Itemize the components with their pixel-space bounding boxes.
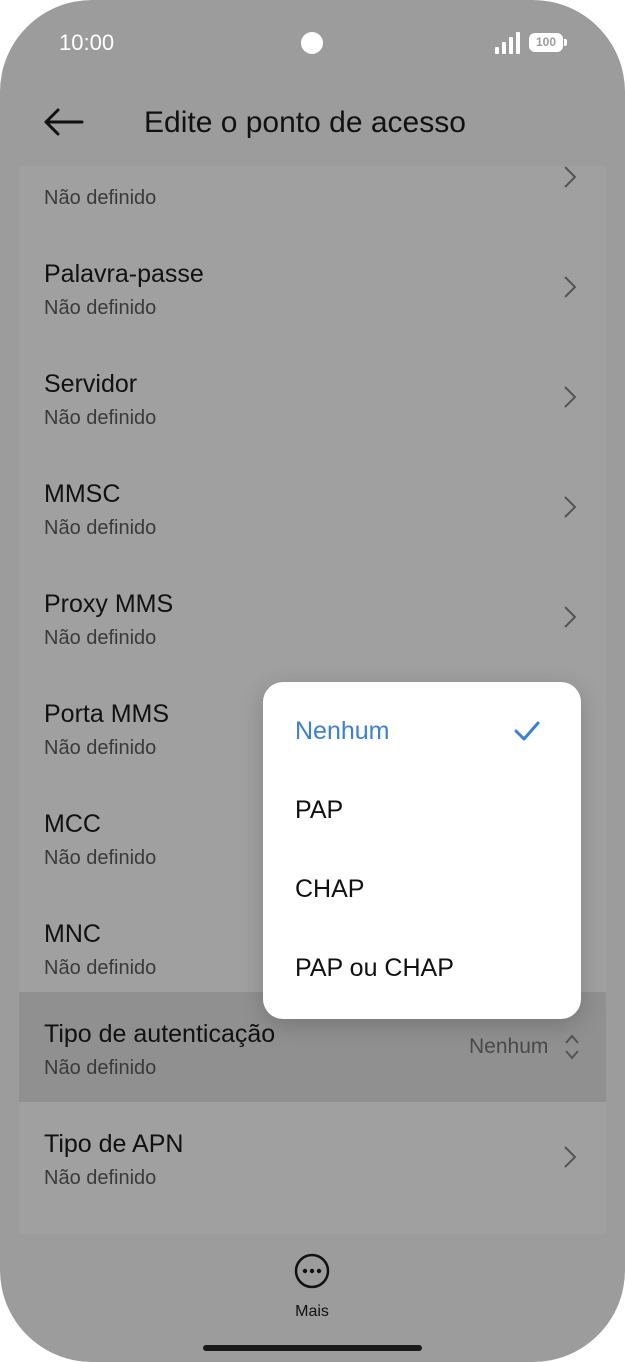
setting-label: Proxy MMS xyxy=(44,590,174,618)
setting-value: Não definido xyxy=(44,737,157,759)
setting-label: MMSC xyxy=(44,480,121,508)
status-bar: 10:00 100 xyxy=(0,0,625,88)
more-icon xyxy=(294,1253,330,1289)
checkmark-icon xyxy=(514,721,540,741)
chevron-right-icon xyxy=(564,1146,577,1168)
option-none[interactable]: Nenhum xyxy=(263,693,581,772)
setting-value: Não definido xyxy=(44,1167,157,1189)
setting-value: Não definido xyxy=(44,407,157,429)
setting-label: Servidor xyxy=(44,370,138,398)
battery-icon: 100 xyxy=(529,33,567,52)
option-pap[interactable]: PAP xyxy=(263,772,581,851)
option-label: PAP xyxy=(295,796,344,824)
option-label: PAP ou CHAP xyxy=(295,954,454,982)
chevron-right-icon xyxy=(564,276,577,298)
phone-screen: 10:00 100 Edite o ponto de acesso Não de… xyxy=(0,0,625,1362)
option-chap[interactable]: CHAP xyxy=(263,851,581,930)
setting-row-password[interactable]: Palavra-passe Não definido xyxy=(19,232,606,342)
chevron-up-down-icon xyxy=(565,1034,579,1060)
signal-icon xyxy=(495,32,520,54)
setting-label: Porta MMS xyxy=(44,700,170,728)
setting-label: Palavra-passe xyxy=(44,260,204,288)
bottom-bar: Mais xyxy=(0,1234,625,1362)
setting-value: Não definido xyxy=(44,1057,157,1079)
app-header: Edite o ponto de acesso xyxy=(0,88,625,166)
setting-row-server[interactable]: Servidor Não definido xyxy=(19,342,606,452)
auth-type-selected-value: Nenhum xyxy=(469,1035,549,1058)
setting-value: Não definido xyxy=(44,297,157,319)
home-indicator[interactable] xyxy=(203,1345,422,1351)
setting-value: Não definido xyxy=(44,847,157,869)
front-camera xyxy=(301,32,323,54)
chevron-right-icon xyxy=(564,496,577,518)
setting-value: Não definido xyxy=(44,957,157,979)
option-label: CHAP xyxy=(295,875,365,903)
page-title: Edite o ponto de acesso xyxy=(144,106,466,139)
setting-label: Tipo de APN xyxy=(44,1130,184,1158)
chevron-right-icon xyxy=(564,166,577,188)
chevron-right-icon xyxy=(564,606,577,628)
back-arrow-icon[interactable] xyxy=(40,104,86,140)
setting-row-apn-type[interactable]: Tipo de APN Não definido xyxy=(19,1102,606,1212)
setting-label: MCC xyxy=(44,810,101,838)
setting-row-username[interactable]: Não definido xyxy=(19,166,606,232)
option-label: Nenhum xyxy=(295,717,390,745)
auth-type-dropdown: Nenhum PAP CHAP PAP ou CHAP xyxy=(263,682,581,1019)
setting-label: Tipo de autenticação xyxy=(44,1020,276,1048)
setting-value: Não definido xyxy=(44,517,157,539)
chevron-right-icon xyxy=(564,386,577,408)
setting-value: Não definido xyxy=(44,627,157,649)
setting-row-mms-proxy[interactable]: Proxy MMS Não definido xyxy=(19,562,606,672)
option-pap-or-chap[interactable]: PAP ou CHAP xyxy=(263,930,581,1009)
status-time: 10:00 xyxy=(59,30,115,55)
more-label: Mais xyxy=(295,1303,329,1320)
setting-row-mmsc[interactable]: MMSC Não definido xyxy=(19,452,606,562)
setting-value: Não definido xyxy=(44,187,157,209)
setting-label: MNC xyxy=(44,920,101,948)
more-button[interactable]: Mais xyxy=(282,1252,342,1320)
